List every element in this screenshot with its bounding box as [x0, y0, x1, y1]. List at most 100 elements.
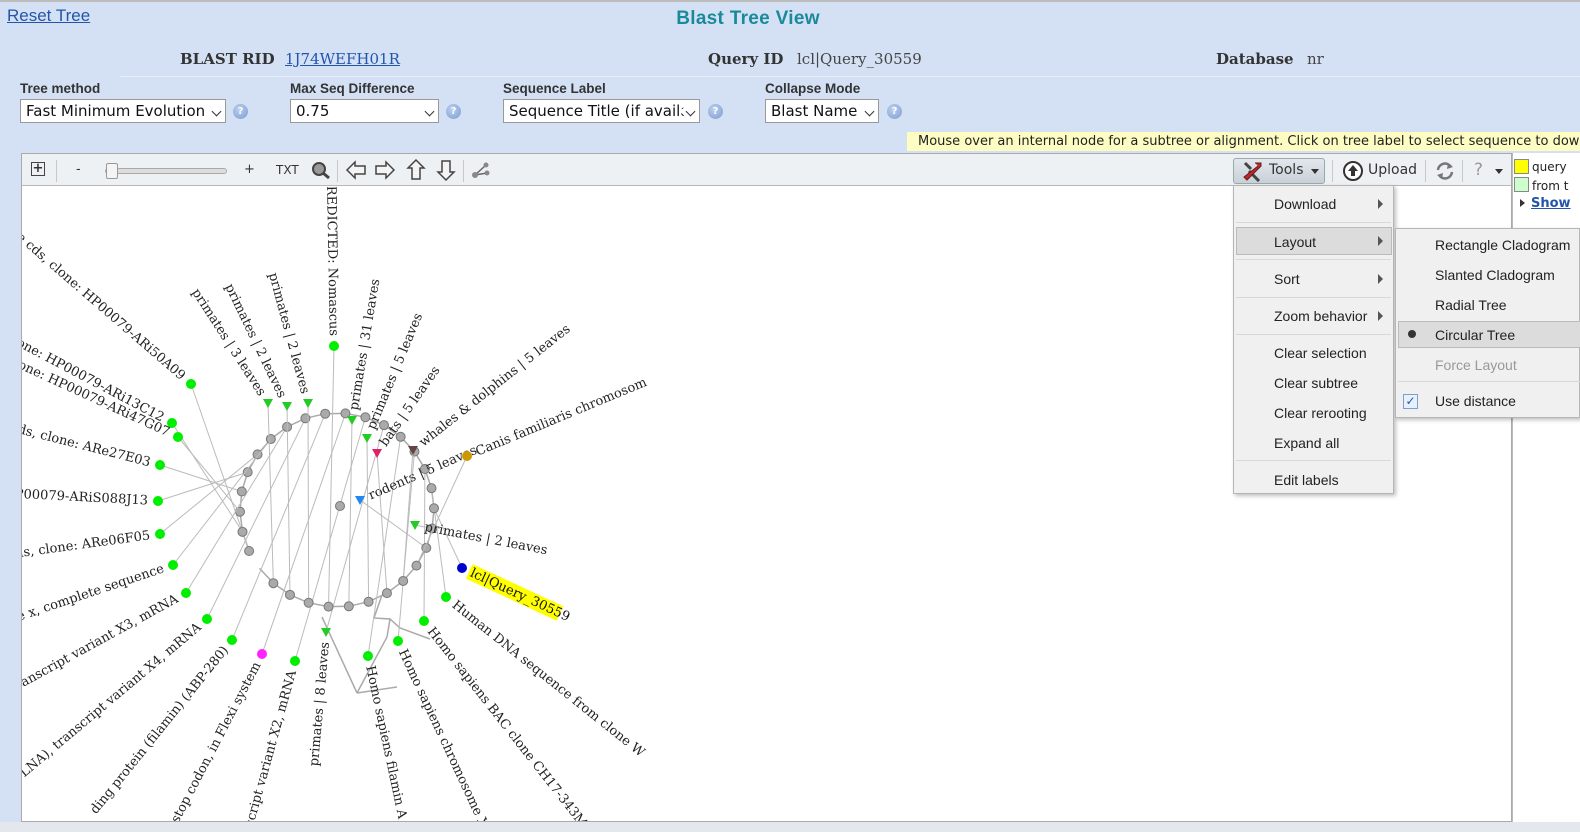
collapsed-subtree-marker[interactable] — [282, 402, 292, 411]
blast-rid-link[interactable]: 1J74WEFH01R — [285, 50, 400, 68]
leaf-marker[interactable] — [168, 560, 178, 570]
refresh-icon[interactable] — [1434, 160, 1456, 182]
zoom-slider[interactable] — [105, 168, 227, 174]
collapsed-subtree-marker[interactable] — [355, 496, 365, 505]
leaf-label[interactable]: primates | 8 leaves — [307, 641, 333, 767]
internal-node[interactable] — [381, 588, 392, 599]
leaf-marker[interactable] — [257, 649, 267, 659]
menu-item-clear-rerooting[interactable]: Clear rerooting — [1274, 405, 1367, 421]
arrow-up-icon[interactable] — [405, 159, 427, 181]
sequence-label-select[interactable]: Sequence Title (if available) — [503, 99, 700, 123]
leaf-label[interactable]: Homo sapiens chromosome X re — [395, 647, 499, 821]
arrow-down-icon[interactable] — [435, 159, 457, 181]
help-icon[interactable]: ? — [887, 104, 902, 119]
menu-item-download[interactable]: Download — [1274, 196, 1336, 212]
leaf-marker[interactable] — [419, 616, 429, 626]
leaf-marker[interactable] — [290, 656, 300, 666]
internal-node[interactable] — [300, 413, 311, 424]
arrow-right-icon[interactable] — [374, 160, 396, 180]
help-icon[interactable]: ? — [708, 104, 723, 119]
arrow-left-icon[interactable] — [345, 160, 367, 180]
menu-item-edit-labels[interactable]: Edit labels — [1274, 472, 1339, 488]
leaf-label[interactable]: PREDICTED: Nomascus — [323, 187, 341, 336]
legend-show-link[interactable]: Show — [1531, 196, 1571, 211]
collapsed-subtree-marker[interactable] — [303, 399, 313, 408]
collapsed-subtree-marker[interactable] — [263, 399, 273, 408]
query-leaf-label[interactable]: lcl|Query_30559 — [468, 566, 572, 625]
leaf-marker[interactable] — [202, 614, 212, 624]
leaf-marker[interactable] — [155, 529, 165, 539]
tree-method-select[interactable]: Fast Minimum Evolution — [20, 99, 226, 123]
leaf-marker[interactable] — [186, 379, 196, 389]
bottom-scrollbar[interactable] — [0, 822, 1580, 832]
menu-item-clear-selection[interactable]: Clear selection — [1274, 345, 1367, 361]
tree-branch — [325, 425, 385, 633]
internal-node[interactable] — [284, 589, 295, 600]
internal-node[interactable] — [236, 486, 247, 497]
menu-item-layout[interactable]: Layout — [1274, 234, 1316, 250]
internal-node[interactable] — [303, 597, 314, 608]
leaf-label[interactable]: primates | 2 leaves — [423, 520, 548, 558]
leaf-label[interactable]: ding protein (filamin) (ABP-280) — [88, 643, 232, 817]
internal-node[interactable] — [411, 560, 422, 571]
internal-node[interactable] — [244, 545, 255, 556]
root-node[interactable] — [335, 501, 345, 511]
collapsed-subtree-marker[interactable] — [372, 449, 382, 458]
menu-item-use-distance[interactable]: Use distance — [1435, 393, 1516, 409]
internal-node[interactable] — [268, 578, 279, 589]
leaf-marker[interactable] — [441, 592, 451, 602]
checkbox-checked-icon[interactable]: ✓ — [1403, 394, 1418, 409]
internal-node[interactable] — [323, 601, 334, 612]
max-seq-diff-select[interactable]: 0.75 — [290, 99, 439, 123]
menu-item-slanted-cladogram[interactable]: Slanted Cladogram — [1435, 267, 1555, 283]
leaf-marker[interactable] — [462, 451, 472, 461]
internal-node[interactable] — [320, 408, 331, 419]
leaf-marker[interactable] — [457, 563, 467, 573]
collapsed-subtree-marker[interactable] — [347, 416, 357, 425]
internal-node[interactable] — [398, 575, 409, 586]
internal-node[interactable] — [426, 483, 437, 494]
txt-button[interactable]: TXT — [276, 163, 299, 177]
leaf-label[interactable]: ete cds, clone: ARe06F05 — [22, 528, 151, 565]
menu-item-rectangle-cladogram[interactable]: Rectangle Cladogram — [1435, 237, 1570, 253]
menu-item-circular-tree[interactable]: Circular Tree — [1435, 327, 1515, 343]
zoom-slider-handle[interactable] — [106, 163, 118, 179]
leaf-label[interactable]: : HP00079-ARiS088J13 — [22, 486, 148, 509]
help-icon[interactable]: ? — [233, 104, 248, 119]
internal-node[interactable] — [237, 526, 248, 537]
leaf-marker[interactable] — [155, 460, 165, 470]
tree-branch — [321, 616, 398, 694]
internal-node[interactable] — [265, 434, 276, 445]
leaf-label[interactable]: whales & dolphins | 5 leaves — [417, 322, 574, 450]
menu-item-zoom-behavior[interactable]: Zoom behavior — [1274, 308, 1367, 324]
fit-to-window-icon[interactable]: + — [31, 162, 45, 176]
internal-node[interactable] — [363, 596, 374, 607]
leaf-label[interactable]: rodents | 5 leaves — [366, 443, 479, 503]
help-button[interactable]: ? — [1474, 160, 1483, 180]
help-icon[interactable]: ? — [446, 104, 461, 119]
menu-item-radial-tree[interactable]: Radial Tree — [1435, 297, 1507, 313]
zoom-in-button[interactable]: + — [244, 162, 255, 177]
internal-node[interactable] — [343, 601, 354, 612]
leaf-marker[interactable] — [393, 636, 403, 646]
internal-node[interactable] — [252, 449, 263, 460]
tree-layout-icon[interactable] — [470, 160, 492, 180]
leaf-marker[interactable] — [181, 588, 191, 598]
collapsed-subtree-marker[interactable] — [362, 434, 372, 443]
collapse-mode-select[interactable]: Blast Name — [765, 99, 879, 123]
leaf-marker[interactable] — [173, 432, 183, 442]
expand-triangle-icon[interactable] — [1520, 199, 1525, 207]
tree-canvas: complete cds, clone: HP00079-ARi50A09let… — [22, 187, 658, 821]
menu-item-sort[interactable]: Sort — [1274, 271, 1300, 287]
upload-button[interactable]: Upload — [1368, 162, 1417, 178]
leaf-marker[interactable] — [329, 341, 339, 351]
leaf-marker[interactable] — [153, 496, 163, 506]
menu-item-clear-subtree[interactable]: Clear subtree — [1274, 375, 1358, 391]
magnifier-icon[interactable] — [310, 160, 332, 180]
menu-item-expand-all[interactable]: Expand all — [1274, 435, 1339, 451]
leaf-marker[interactable] — [363, 651, 373, 661]
upload-icon[interactable] — [1342, 160, 1364, 182]
zoom-out-button[interactable]: - — [76, 162, 81, 177]
leaf-marker[interactable] — [227, 635, 237, 645]
internal-node[interactable] — [428, 503, 439, 514]
